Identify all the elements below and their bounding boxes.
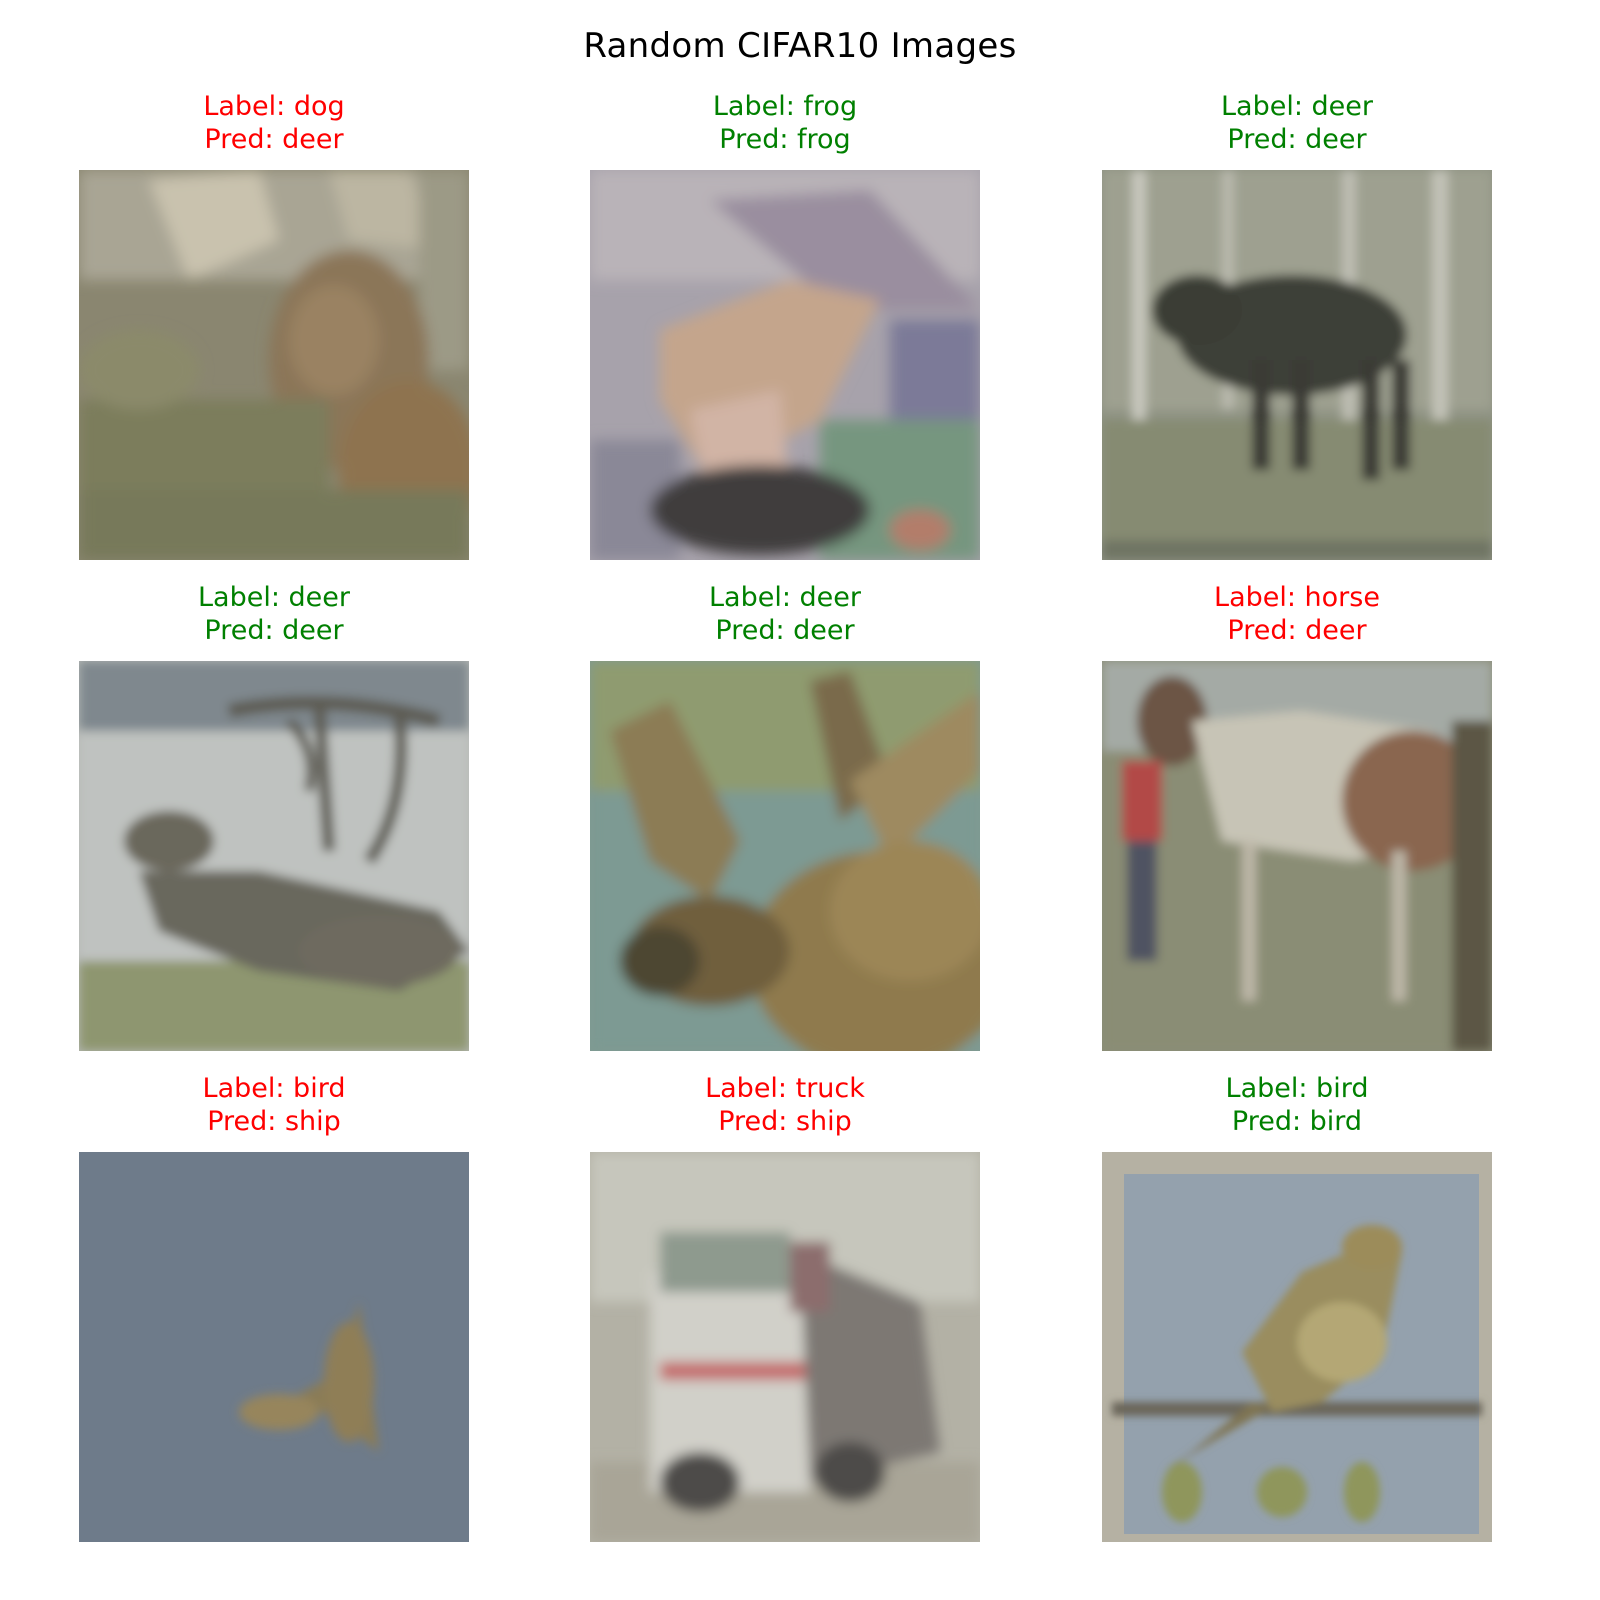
- true-label: Label: frog: [712, 91, 858, 122]
- sample-image-moose: [1102, 170, 1492, 560]
- true-label: Label: horse: [1214, 582, 1380, 613]
- true-label: Label: deer: [1221, 91, 1373, 122]
- predicted-label: Pred: bird: [1231, 1106, 1363, 1137]
- sample-image-bird-sky: [79, 1152, 469, 1542]
- predicted-label: Pred: deer: [1227, 615, 1367, 646]
- sample-image-horse: [1102, 661, 1492, 1051]
- sample-caption: Label: dog Pred: deer: [39, 90, 509, 156]
- true-label: Label: bird: [202, 1073, 346, 1104]
- predicted-label: Pred: deer: [204, 124, 344, 155]
- sample-image-bird-branch: [1102, 1152, 1492, 1542]
- figure-title: Random CIFAR10 Images: [583, 26, 1017, 66]
- predicted-label: Pred: frog: [719, 124, 851, 155]
- predicted-label: Pred: deer: [204, 615, 344, 646]
- predicted-label: Pred: ship: [718, 1106, 852, 1137]
- sample-image-reindeer: [79, 661, 469, 1051]
- sample-caption: Label: truck Pred: ship: [550, 1072, 1020, 1138]
- sample-caption: Label: bird Pred: bird: [1062, 1072, 1532, 1138]
- sample-caption: Label: horse Pred: deer: [1062, 581, 1532, 647]
- sample-caption: Label: deer Pred: deer: [39, 581, 509, 647]
- predicted-label: Pred: ship: [207, 1106, 341, 1137]
- true-label: Label: deer: [709, 582, 861, 613]
- sample-caption: Label: frog Pred: frog: [550, 90, 1020, 156]
- sample-image-moose-head: [590, 661, 980, 1051]
- sample-image-frog: [590, 170, 980, 560]
- true-label: Label: dog: [203, 91, 345, 122]
- sample-caption: Label: deer Pred: deer: [550, 581, 1020, 647]
- true-label: Label: bird: [1225, 1073, 1369, 1104]
- predicted-label: Pred: deer: [715, 615, 855, 646]
- predicted-label: Pred: deer: [1227, 124, 1367, 155]
- sample-caption: Label: bird Pred: ship: [39, 1072, 509, 1138]
- true-label: Label: deer: [198, 582, 350, 613]
- sample-image-truck: [590, 1152, 980, 1542]
- sample-image-dog: [79, 170, 469, 560]
- true-label: Label: truck: [705, 1073, 865, 1104]
- sample-caption: Label: deer Pred: deer: [1062, 90, 1532, 156]
